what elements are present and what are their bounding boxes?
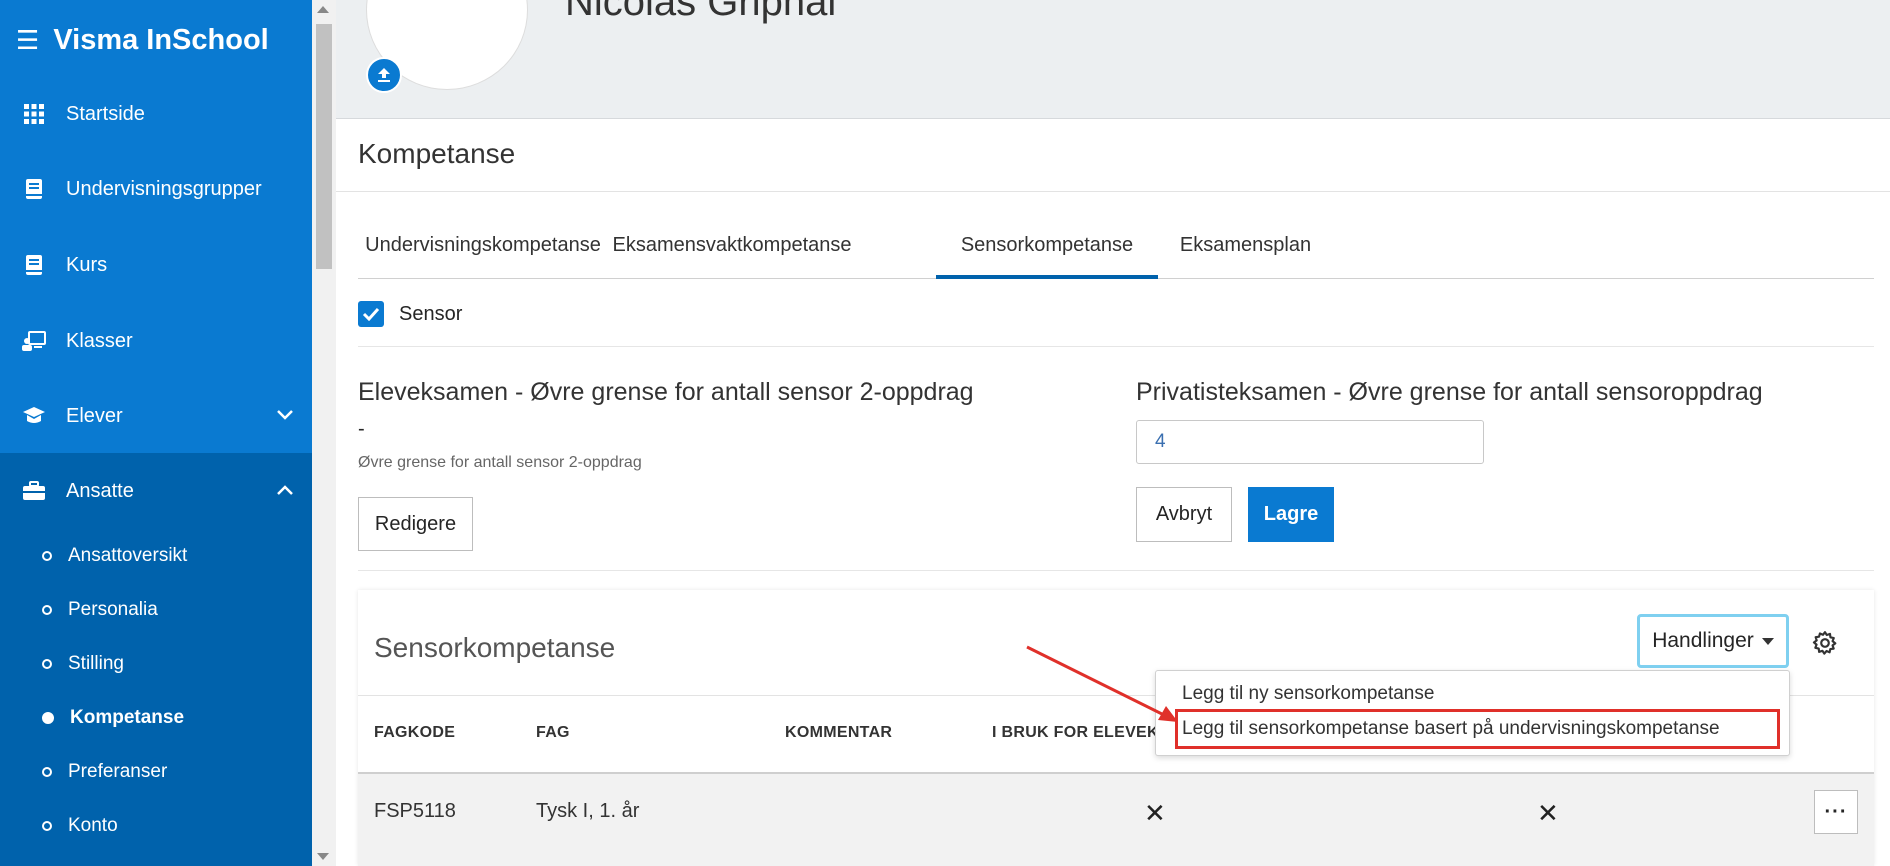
sidebar-subitem-label: Konto — [68, 815, 118, 836]
page-title: Kompetanse — [358, 138, 516, 169]
scroll-down-arrow-icon[interactable] — [317, 853, 329, 860]
menu-item-add-new-sensor-competence[interactable]: Legg til ny sensorkompetanse — [1182, 683, 1434, 705]
sidebar-subitem-label: Preferanser — [68, 761, 168, 782]
column-header-fag[interactable]: FAG — [536, 724, 570, 742]
tab-bar: Undervisningskompetanse Eksamensvaktkomp… — [358, 226, 1874, 279]
briefcase-icon — [22, 479, 46, 503]
sidebar: ☰ Visma InSchool Startside Undervisnings… — [0, 0, 312, 866]
brand: ☰ Visma InSchool — [16, 20, 269, 60]
upload-photo-button[interactable] — [366, 57, 402, 93]
radio-dot-icon — [42, 821, 52, 831]
sidebar-item-kurs[interactable]: Kurs — [0, 237, 312, 293]
book-icon — [22, 177, 46, 201]
divider — [358, 346, 1874, 347]
elev-limit-title: Eleveksamen - Øvre grense for antall sen… — [358, 378, 974, 406]
scroll-thumb[interactable] — [316, 24, 332, 269]
checkmark-icon — [362, 307, 380, 321]
hamburger-menu-icon[interactable]: ☰ — [16, 25, 39, 56]
sidebar-subitem-label: Ansattoversikt — [68, 545, 188, 566]
annotation-arrow-icon — [1026, 645, 1178, 722]
sidebar-item-undervisningsgrupper[interactable]: Undervisningsgrupper — [0, 161, 312, 217]
column-header-fagkode[interactable]: FAGKODE — [374, 724, 455, 742]
elev-limit-value: - — [358, 418, 365, 440]
privatist-limit-input[interactable] — [1136, 420, 1484, 464]
sidebar-item-elever[interactable]: Elever — [0, 388, 312, 444]
sidebar-item-label: Startside — [66, 102, 145, 125]
cancel-button[interactable]: Avbryt — [1136, 487, 1232, 542]
divider — [336, 191, 1890, 192]
radio-dot-filled-icon — [42, 712, 54, 724]
sidebar-subitem-konto[interactable]: Konto — [0, 806, 312, 846]
sidebar-subitem-stilling[interactable]: Stilling — [0, 644, 312, 684]
app-title[interactable]: Visma InSchool — [53, 24, 268, 57]
sidebar-subitem-personalia[interactable]: Personalia — [0, 590, 312, 630]
radio-dot-icon — [42, 605, 52, 615]
tab-eksamensvaktkompetanse[interactable]: Eksamensvaktkompetanse — [608, 226, 856, 278]
cross-icon: ✕ — [1144, 798, 1166, 828]
sensor-checkbox-label: Sensor — [399, 303, 463, 325]
radio-dot-icon — [42, 551, 52, 561]
sensor-checkbox[interactable] — [358, 301, 384, 327]
sidebar-item-label: Elever — [66, 404, 123, 427]
person-name: Nicolas Griphal — [565, 0, 837, 24]
sidebar-item-ansatte[interactable]: Ansatte — [0, 463, 312, 519]
sidebar-item-startside[interactable]: Startside — [0, 86, 312, 142]
privatist-limit-title: Privatisteksamen - Øvre grense for antal… — [1136, 378, 1763, 406]
radio-dot-icon — [42, 767, 52, 777]
scroll-up-arrow-icon[interactable] — [317, 6, 329, 13]
graduation-cap-icon — [22, 404, 46, 428]
book-icon — [22, 253, 46, 277]
chevron-up-icon[interactable] — [276, 479, 294, 502]
sidebar-item-label: Kurs — [66, 253, 108, 276]
sidebar-item-klasser[interactable]: Klasser — [0, 313, 312, 369]
sidebar-subitem-label: Personalia — [68, 599, 158, 620]
tab-eksamensplan[interactable]: Eksamensplan — [1158, 226, 1333, 278]
row-more-button[interactable]: ··· — [1814, 790, 1858, 834]
save-button[interactable]: Lagre — [1248, 487, 1334, 542]
tab-sensorkompetanse[interactable]: Sensorkompetanse — [936, 226, 1158, 279]
edit-button[interactable]: Redigere — [358, 497, 473, 551]
sidebar-subitem-label: Kompetanse — [70, 707, 185, 728]
sidebar-subitem-label: Stilling — [68, 653, 124, 674]
chevron-down-icon[interactable] — [276, 404, 294, 427]
cross-icon: ✕ — [1537, 798, 1559, 828]
card-title: Sensorkompetanse — [374, 632, 616, 663]
grid-icon — [22, 102, 46, 126]
column-header-kommentar[interactable]: KOMMENTAR — [785, 724, 892, 742]
highlight-annotation-box — [1175, 709, 1780, 749]
elev-limit-hint: Øvre grense for antall sensor 2-oppdrag — [358, 454, 642, 471]
classroom-icon — [22, 329, 46, 353]
divider — [358, 570, 1874, 571]
sidebar-subitem-ansattoversikt[interactable]: Ansattoversikt — [0, 536, 312, 576]
cell-fag: Tysk I, 1. år — [536, 800, 640, 822]
tab-undervisningskompetanse[interactable]: Undervisningskompetanse — [358, 226, 608, 278]
sidebar-item-label: Undervisningsgrupper — [66, 177, 262, 200]
cell-fagkode: FSP5118 — [374, 800, 456, 822]
sidebar-subitem-preferanser[interactable]: Preferanser — [0, 752, 312, 792]
sidebar-item-label: Klasser — [66, 329, 133, 352]
gear-icon[interactable] — [1812, 630, 1838, 656]
caret-down-icon — [1761, 637, 1774, 645]
sidebar-scrollbar[interactable] — [312, 0, 336, 866]
radio-dot-icon — [42, 659, 52, 669]
sidebar-subitem-kompetanse[interactable]: Kompetanse — [0, 698, 312, 738]
sidebar-item-label: Ansatte — [66, 479, 134, 502]
actions-label: Handlinger — [1652, 629, 1754, 652]
actions-dropdown-button[interactable]: Handlinger — [1637, 614, 1789, 668]
sidebar-section-ansatte: Ansatte Ansattoversikt Personalia Stilli… — [0, 453, 312, 866]
upload-icon — [378, 68, 390, 82]
